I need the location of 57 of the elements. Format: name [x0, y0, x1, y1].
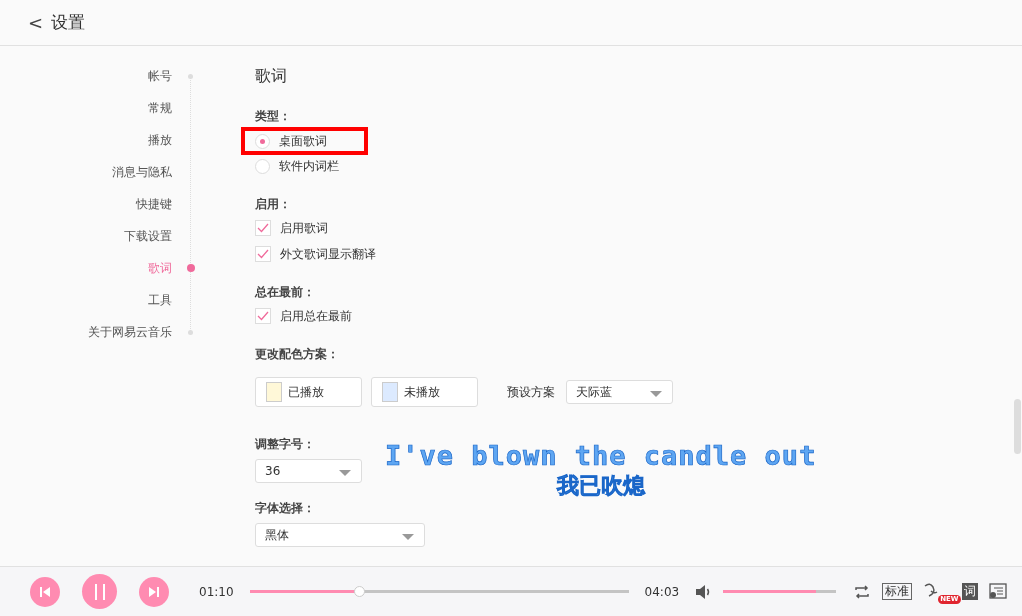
group-label: 更改配色方案： [255, 347, 339, 361]
scrollbar-thumb[interactable] [1014, 399, 1021, 454]
volume-slider[interactable] [723, 590, 837, 593]
checkbox[interactable] [255, 246, 271, 262]
color-button[interactable]: 未播放 [371, 377, 478, 407]
group-label: 调整字号： [255, 437, 315, 451]
caret-icon [402, 534, 414, 540]
next-button[interactable] [139, 576, 169, 607]
desktop-lyrics-line: I've blown the candle out [385, 440, 817, 471]
size-dropdown[interactable]: 36 [255, 459, 362, 483]
caret-icon [650, 391, 662, 397]
sidebar-item[interactable]: 播放 [148, 132, 172, 148]
progress-handle[interactable] [353, 586, 365, 597]
sidebar-item[interactable]: 下载设置 [124, 228, 172, 244]
option-label: 外文歌词显示翻译 [280, 245, 376, 263]
sidebar-item[interactable]: 帐号 [148, 68, 172, 84]
back-button[interactable]: < [28, 12, 44, 33]
option-label: 启用歌词 [280, 219, 328, 237]
nav-dot [188, 330, 193, 335]
option-label: 桌面歌词 [279, 132, 327, 150]
sidebar-item[interactable]: 快捷键 [136, 196, 172, 212]
section-title: 歌词 [255, 66, 287, 87]
checkbox[interactable] [255, 308, 271, 324]
group-label: 启用： [255, 197, 291, 211]
quality-button[interactable]: 标准 [882, 583, 913, 600]
sidebar-item[interactable]: 常规 [148, 100, 172, 116]
previous-icon [39, 585, 51, 598]
pause-button[interactable] [82, 574, 117, 609]
radio-button[interactable] [255, 158, 270, 174]
elapsed-time: 01:10 [199, 584, 234, 599]
nav-dot [187, 264, 195, 272]
progress-bar[interactable] [249, 586, 629, 597]
sidebar-item[interactable]: 关于网易云音乐 [88, 324, 172, 340]
preset-dropdown[interactable]: 天际蓝 [566, 380, 673, 404]
sidebar-item[interactable]: 消息与隐私 [112, 164, 172, 180]
lyrics-button[interactable]: 词 [962, 583, 979, 600]
sound-effect-icon[interactable] [922, 581, 939, 600]
font-dropdown[interactable]: 黑体 [255, 523, 425, 547]
caret-icon [339, 470, 351, 476]
desktop-lyrics-translation: 我已吹熄 [556, 472, 645, 500]
group-label: 总在最前： [255, 285, 315, 299]
group-label: 类型： [255, 109, 291, 123]
page-title: 设置 [51, 11, 86, 34]
option-label: 软件内词栏 [279, 157, 339, 175]
total-time: 04:03 [644, 584, 680, 599]
preset-label: 预设方案 [507, 383, 555, 401]
pause-icon [93, 583, 106, 600]
option-label: 启用总在最前 [280, 307, 352, 325]
nav-dot [188, 74, 193, 79]
next-icon [148, 585, 160, 598]
playlist-icon[interactable] [988, 582, 1009, 601]
sidebar-item[interactable]: 工具 [148, 292, 172, 308]
group-label: 字体选择： [255, 501, 315, 515]
color-button[interactable]: 已播放 [255, 377, 362, 407]
previous-button[interactable] [30, 576, 60, 607]
radio-button[interactable] [255, 133, 270, 149]
checkbox[interactable] [255, 220, 271, 236]
